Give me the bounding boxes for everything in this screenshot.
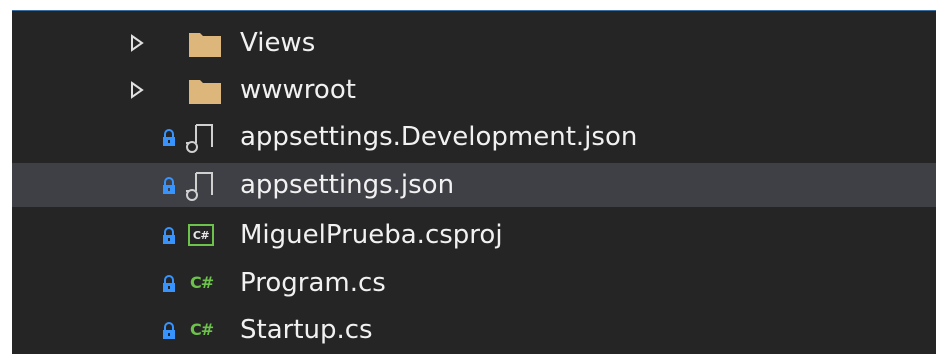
expand-arrow-icon[interactable] — [128, 33, 146, 53]
lock-icon — [162, 129, 176, 147]
csharp-file-icon: C# — [190, 320, 214, 339]
lock-icon — [162, 177, 176, 195]
tree-item-label: appsettings.Development.json — [240, 122, 638, 152]
json-file-icon — [184, 169, 218, 203]
tree-item-miguelprueba-csproj[interactable]: C# MiguelPrueba.csproj — [12, 213, 936, 257]
folder-icon — [188, 77, 222, 105]
tree-item-program-cs[interactable]: C# Program.cs — [12, 261, 936, 305]
tree-item-wwwroot[interactable]: wwwroot — [12, 68, 936, 112]
json-file-icon — [184, 121, 218, 155]
tree-item-label: Program.cs — [240, 268, 386, 298]
tree-item-startup-cs[interactable]: C# Startup.cs — [12, 308, 936, 352]
tree-item-appsettings-json[interactable]: appsettings.json — [12, 163, 936, 207]
csproj-file-icon: C# — [188, 224, 214, 246]
tree-item-appsettings-development-json[interactable]: appsettings.Development.json — [12, 115, 936, 159]
tree-item-label: Startup.cs — [240, 315, 373, 345]
tree-item-label: wwwroot — [240, 75, 356, 105]
tree-item-views[interactable]: Views — [12, 21, 936, 65]
tree-item-label: MiguelPrueba.csproj — [240, 220, 503, 250]
folder-icon — [188, 30, 222, 58]
tree-item-label: Views — [240, 28, 316, 58]
solution-explorer-tree: Views wwwroot appsettings.Development.js… — [12, 10, 936, 354]
lock-icon — [162, 322, 176, 340]
tree-item-label: appsettings.json — [240, 170, 455, 200]
expand-arrow-icon[interactable] — [128, 80, 146, 100]
lock-icon — [162, 227, 176, 245]
lock-icon — [162, 275, 176, 293]
csharp-file-icon: C# — [190, 273, 214, 292]
csproj-glyph: C# — [188, 224, 214, 246]
